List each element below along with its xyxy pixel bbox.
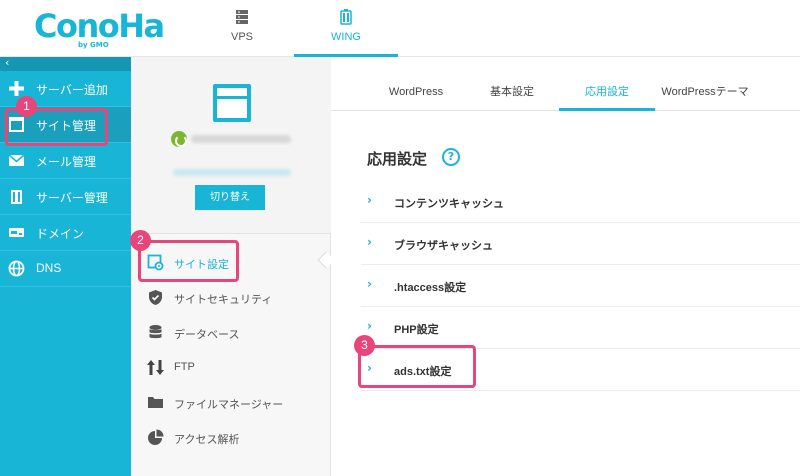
sidebar-collapse-button[interactable]: ‹ [0, 56, 131, 71]
step-badge-3: 3 [354, 335, 375, 356]
server-stack-icon [236, 10, 248, 24]
submenu-label: FTP [174, 361, 195, 373]
setting-label: コンテンツキャッシュ [394, 198, 504, 210]
plus-icon [9, 81, 24, 96]
submenu-site-security[interactable]: サイトセキュリティ [131, 280, 331, 315]
tab-wing-label: WING [331, 31, 361, 43]
logo-text: ConoHa [34, 7, 165, 45]
submenu-label: アクセス解析 [174, 434, 240, 446]
pie-chart-icon [148, 429, 164, 445]
chevron-right-icon: › [367, 277, 372, 291]
chevron-right-icon: › [367, 193, 372, 207]
sidebar-item-label: DNS [36, 261, 62, 275]
submenu-ftp[interactable]: FTP [131, 350, 331, 385]
setting-label: .htaccess設定 [394, 282, 467, 294]
submenu-access-analytics[interactable]: アクセス解析 [131, 420, 331, 455]
page-title: 応用設定 [367, 151, 428, 168]
tab-wordpress-theme[interactable]: WordPressテーマ [657, 75, 753, 111]
sidebar-item-server-management[interactable]: サーバー管理 [0, 179, 131, 215]
setting-label: PHP設定 [394, 324, 439, 336]
wing-icon [340, 9, 352, 25]
submenu-label: サイトセキュリティ [174, 294, 273, 306]
tab-vps-label: VPS [230, 31, 253, 43]
setting-content-cache[interactable]: › コンテンツキャッシュ [361, 181, 800, 223]
help-icon[interactable]: ? [442, 148, 460, 166]
step-badge-1: 1 [16, 96, 37, 117]
step-badge-2: 2 [130, 230, 151, 251]
transfer-icon [147, 360, 164, 375]
site-window-icon [213, 84, 251, 122]
submenu-label: ファイルマネージャー [174, 399, 284, 411]
chevron-right-icon: › [367, 235, 372, 249]
submenu-file-manager[interactable]: ファイルマネージャー [131, 385, 331, 420]
chevron-right-icon: › [367, 319, 372, 333]
blurred-url [173, 169, 291, 176]
highlight-box-2 [138, 240, 239, 282]
collapse-chevron-icon: ‹ [5, 56, 10, 69]
setting-browser-cache[interactable]: › ブラウザキャッシュ [361, 223, 800, 265]
setting-htaccess[interactable]: › .htaccess設定 [361, 265, 800, 307]
main-content: WordPress 基本設定 応用設定 WordPressテーマ 応用設定 ? … [331, 57, 800, 476]
tab-basic-settings[interactable]: 基本設定 [469, 75, 555, 111]
sidebar-item-label: サーバー追加 [36, 83, 108, 97]
submenu-label: データベース [174, 329, 240, 341]
sidebar-item-label: サーバー管理 [36, 191, 108, 205]
setting-label: ブラウザキャッシュ [394, 240, 493, 252]
conoha-logo[interactable]: ConoHa by GMO [34, 8, 165, 50]
tab-advanced-settings[interactable]: 応用設定 [559, 75, 655, 111]
folder-icon [148, 397, 163, 408]
database-icon [149, 325, 162, 339]
switch-button[interactable]: 切り替え [195, 185, 265, 210]
globe-icon [8, 260, 25, 277]
setting-php[interactable]: › PHP設定 [361, 307, 800, 349]
settings-tabs: WordPress 基本設定 応用設定 WordPressテーマ [331, 75, 800, 111]
sidebar-item-label: ドメイン [36, 227, 85, 241]
tab-wing[interactable]: WING [294, 0, 398, 57]
site-card: 切り替え [131, 57, 331, 234]
mail-icon [8, 154, 25, 166]
highlight-box-3 [358, 345, 476, 388]
sidebar-item-domain[interactable]: ドメイン [0, 215, 131, 251]
tab-vps[interactable]: VPS [190, 0, 294, 57]
blurred-domain [191, 135, 291, 143]
tab-wordpress[interactable]: WordPress [373, 75, 459, 111]
server-icon [11, 190, 22, 204]
power-status-icon [171, 131, 187, 147]
domain-icon [9, 228, 24, 237]
sidebar-item-mail[interactable]: メール管理 [0, 143, 131, 179]
shield-icon [149, 290, 162, 305]
logo-sub: by GMO [78, 41, 109, 49]
top-header: ConoHa by GMO VPS WING [0, 0, 800, 57]
sidebar-item-label: メール管理 [36, 155, 97, 169]
sidebar-item-dns[interactable]: DNS [0, 251, 131, 287]
submenu-database[interactable]: データベース [131, 315, 331, 350]
